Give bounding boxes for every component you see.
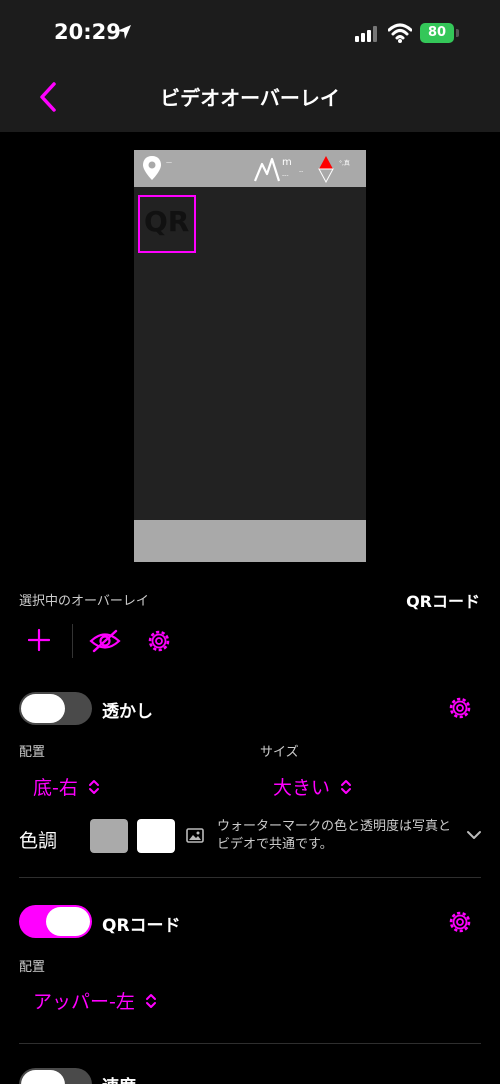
section-divider [19, 877, 481, 878]
preview-location-text: — [166, 159, 172, 166]
up-down-chevron-icon [88, 780, 99, 794]
photo-icon [186, 828, 204, 843]
qr-placement-value: アッパー-左 [33, 991, 135, 1013]
watermark-label: 透かし [102, 702, 153, 722]
toggle-knob [21, 694, 65, 723]
preview-compass-label: °,真 [339, 160, 350, 167]
battery-level: 80 [427, 25, 447, 40]
preview-altitude-unit: m [282, 157, 292, 168]
add-overlay-icon[interactable] [28, 628, 50, 652]
watermark-settings-gear-icon[interactable] [447, 695, 473, 721]
section-divider [19, 1043, 481, 1044]
mountain-altitude-icon [254, 157, 280, 182]
nav-bar: ビデオオーバーレイ [0, 64, 500, 132]
qr-overlay-preview[interactable]: QR [138, 195, 196, 253]
location-pin-icon [143, 156, 161, 180]
preview-altitude-dash: -- [299, 168, 304, 175]
qr-settings-gear-icon[interactable] [447, 909, 473, 935]
preview-bottom-bar [134, 520, 366, 562]
qr-code-label: QRコード [102, 916, 181, 936]
status-time: 20:29 [54, 20, 121, 44]
selected-overlay-value: QRコード [406, 592, 480, 611]
watermark-tone-note: ウォーターマークの色と透明度は写真とビデオで共通です。 [217, 819, 452, 852]
compass-icon [318, 156, 334, 183]
watermark-toggle[interactable] [19, 692, 92, 725]
watermark-tone-label: 色調 [19, 830, 58, 852]
status-bar: 20:29 80 [0, 0, 500, 64]
qr-overlay-text: QR [144, 205, 190, 238]
tone-color-swatch-gray[interactable] [90, 819, 128, 853]
selected-overlay-label: 選択中のオーバーレイ [19, 594, 149, 609]
watermark-size-label: サイズ [260, 745, 299, 760]
watermark-placement-picker[interactable]: 底-右 [33, 773, 100, 800]
location-arrow-icon [117, 25, 131, 39]
overlay-settings-gear-icon[interactable] [146, 628, 172, 654]
page-title: ビデオオーバーレイ [160, 86, 340, 110]
overlay-preview: — m --- -- °,真 QR [134, 150, 366, 562]
preview-top-bar: — m --- -- °,真 [134, 150, 366, 187]
battery-tip [456, 29, 459, 37]
cellular-signal-icon [355, 26, 377, 42]
watermark-size-value: 大きい [273, 777, 331, 799]
watermark-size-picker[interactable]: 大きい [273, 773, 352, 800]
preview-altitude-value: --- [282, 172, 289, 179]
chevron-down-icon[interactable] [466, 829, 482, 841]
wifi-icon [388, 23, 412, 43]
speed-toggle[interactable] [19, 1068, 92, 1084]
hide-overlay-icon[interactable] [89, 628, 121, 654]
speed-label: 速度 [102, 1072, 136, 1084]
qr-code-toggle[interactable] [19, 905, 92, 938]
toggle-knob [21, 1070, 65, 1084]
up-down-chevron-icon [341, 780, 352, 794]
back-chevron-icon[interactable] [34, 80, 64, 114]
battery-indicator: 80 [420, 23, 454, 43]
qr-placement-label: 配置 [19, 960, 46, 975]
watermark-placement-value: 底-右 [33, 777, 78, 799]
toolbar-divider [72, 624, 73, 658]
up-down-chevron-icon [145, 994, 156, 1008]
qr-placement-picker[interactable]: アッパー-左 [33, 987, 157, 1014]
toggle-knob [46, 907, 90, 936]
watermark-placement-label: 配置 [19, 745, 46, 760]
tone-color-swatch-white[interactable] [137, 819, 175, 853]
